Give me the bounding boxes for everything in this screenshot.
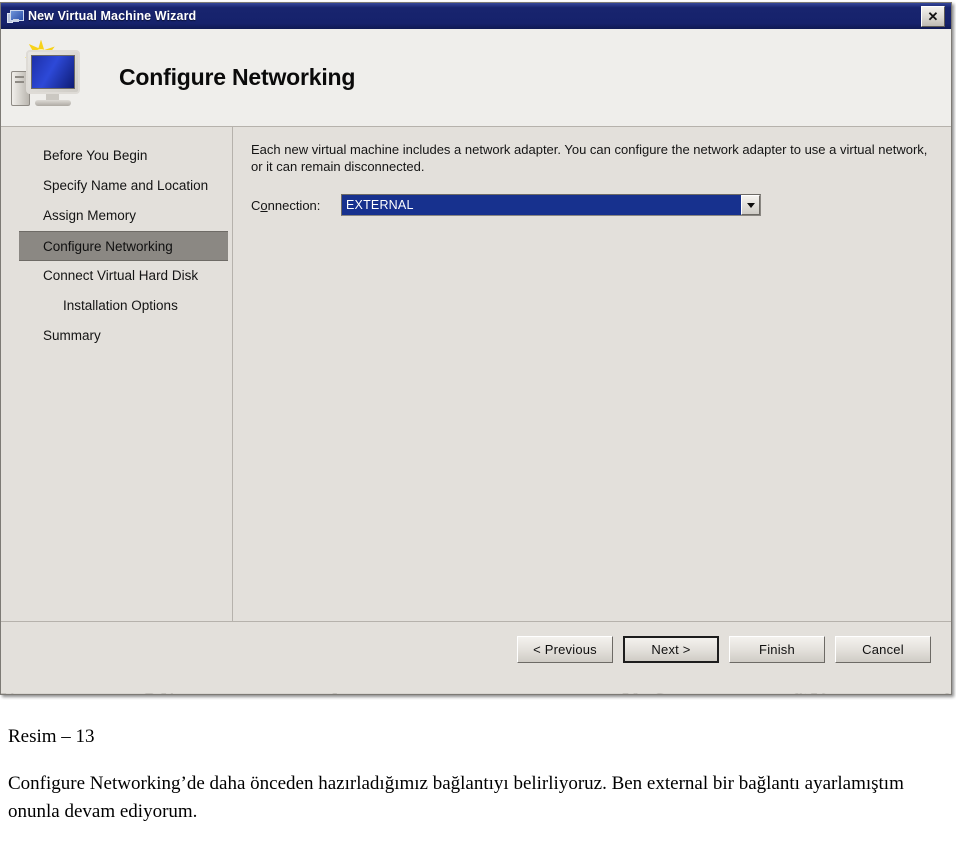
next-button[interactable]: Next >: [623, 636, 719, 663]
wizard-content-pane: Each new virtual machine includes a netw…: [233, 127, 951, 621]
connection-field-row: Connection: EXTERNAL: [251, 194, 933, 216]
sidebar-item-before-you-begin[interactable]: Before You Begin: [19, 141, 228, 171]
computer-monitor-star-icon: [9, 38, 95, 118]
page-description: Each new virtual machine includes a netw…: [251, 142, 928, 174]
caption-body: Configure Networking’de daha önceden haz…: [8, 773, 904, 822]
connection-selected-value[interactable]: EXTERNAL: [342, 195, 741, 215]
window-title: New Virtual Machine Wizard: [28, 9, 197, 23]
wizard-screenshot: New Virtual Machine Wizard ✕ Configure N…: [0, 0, 956, 700]
chevron-down-icon[interactable]: [741, 195, 760, 215]
sidebar-item-specify-name-and-location[interactable]: Specify Name and Location: [19, 171, 228, 201]
wizard-header-banner: Configure Networking: [1, 29, 951, 127]
wizard-steps-sidebar: Before You Begin Specify Name and Locati…: [1, 127, 233, 621]
close-icon[interactable]: ✕: [921, 5, 945, 27]
page-title: Configure Networking: [119, 64, 356, 90]
finish-button[interactable]: Finish: [729, 636, 825, 663]
connection-label: Connection:: [251, 197, 321, 213]
window-titlebar: New Virtual Machine Wizard ✕: [1, 3, 951, 29]
cancel-button[interactable]: Cancel: [835, 636, 931, 663]
wizard-body: Before You Begin Specify Name and Locati…: [1, 127, 951, 621]
sidebar-item-installation-options[interactable]: Installation Options: [19, 291, 228, 321]
sidebar-item-summary[interactable]: Summary: [19, 321, 228, 351]
previous-button[interactable]: < Previous: [517, 636, 613, 663]
new-virtual-machine-wizard-window: New Virtual Machine Wizard ✕ Configure N…: [0, 2, 952, 695]
wizard-footer: < Previous Next > Finish Cancel: [1, 621, 951, 693]
connection-combobox[interactable]: EXTERNAL: [341, 194, 761, 216]
caption-block: Resim – 13 Configure Networking’de daha …: [0, 700, 960, 826]
wizard-button-bar: < Previous Next > Finish Cancel: [517, 636, 931, 663]
sidebar-item-connect-virtual-hard-disk[interactable]: Connect Virtual Hard Disk: [19, 261, 228, 291]
sidebar-item-configure-networking[interactable]: Configure Networking: [19, 231, 228, 261]
caption-title: Resim – 13: [8, 726, 95, 747]
virtual-machine-icon: [7, 9, 24, 24]
sidebar-item-assign-memory[interactable]: Assign Memory: [19, 201, 228, 231]
